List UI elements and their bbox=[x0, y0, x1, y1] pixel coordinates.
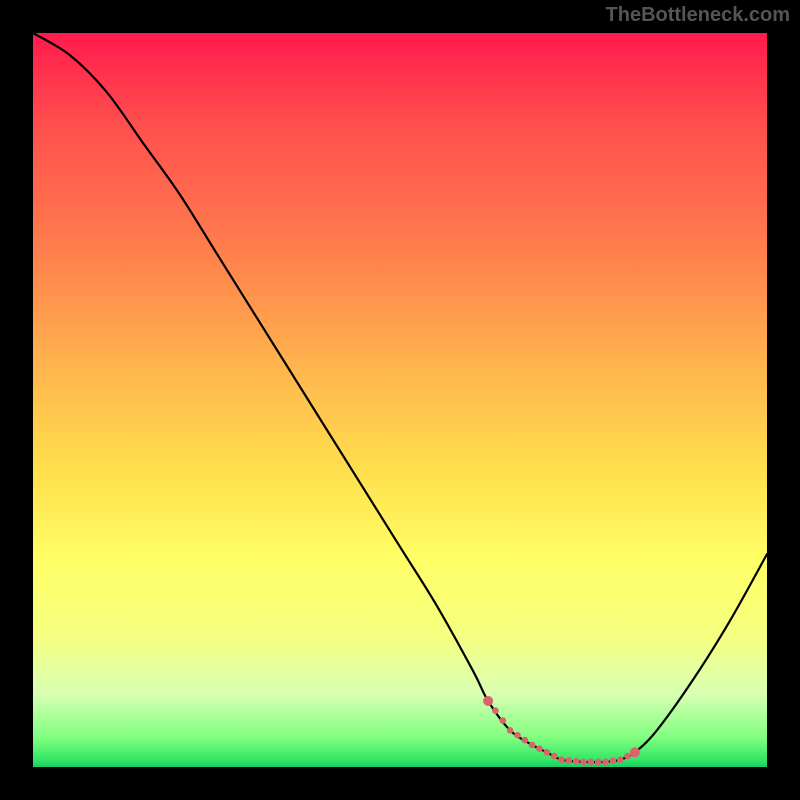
flat-dot bbox=[499, 717, 506, 724]
watermark-text: TheBottleneck.com bbox=[606, 4, 790, 27]
flat-dot bbox=[558, 756, 565, 763]
flat-dot bbox=[566, 757, 573, 764]
flat-dot bbox=[536, 745, 543, 752]
plot-area bbox=[33, 33, 767, 767]
chart-frame: TheBottleneck.com bbox=[0, 0, 800, 800]
flat-dot bbox=[492, 707, 499, 714]
flat-dot bbox=[588, 759, 595, 766]
flat-dot bbox=[551, 753, 558, 760]
flat-dot bbox=[514, 732, 521, 739]
curve-svg bbox=[33, 33, 767, 767]
flat-dot bbox=[544, 749, 551, 756]
flat-dot bbox=[630, 747, 640, 757]
flat-dot bbox=[521, 737, 528, 744]
flat-region-dots bbox=[483, 696, 640, 765]
flat-dot bbox=[529, 742, 536, 749]
flat-dot bbox=[610, 757, 617, 764]
flat-dot bbox=[617, 756, 624, 763]
flat-dot bbox=[507, 727, 514, 734]
flat-dot bbox=[573, 758, 580, 765]
flat-dot bbox=[602, 759, 609, 766]
flat-dot bbox=[483, 696, 493, 706]
flat-dot bbox=[624, 753, 631, 760]
flat-dot bbox=[580, 759, 587, 766]
bottleneck-curve-line bbox=[33, 33, 767, 762]
flat-dot bbox=[595, 759, 602, 766]
